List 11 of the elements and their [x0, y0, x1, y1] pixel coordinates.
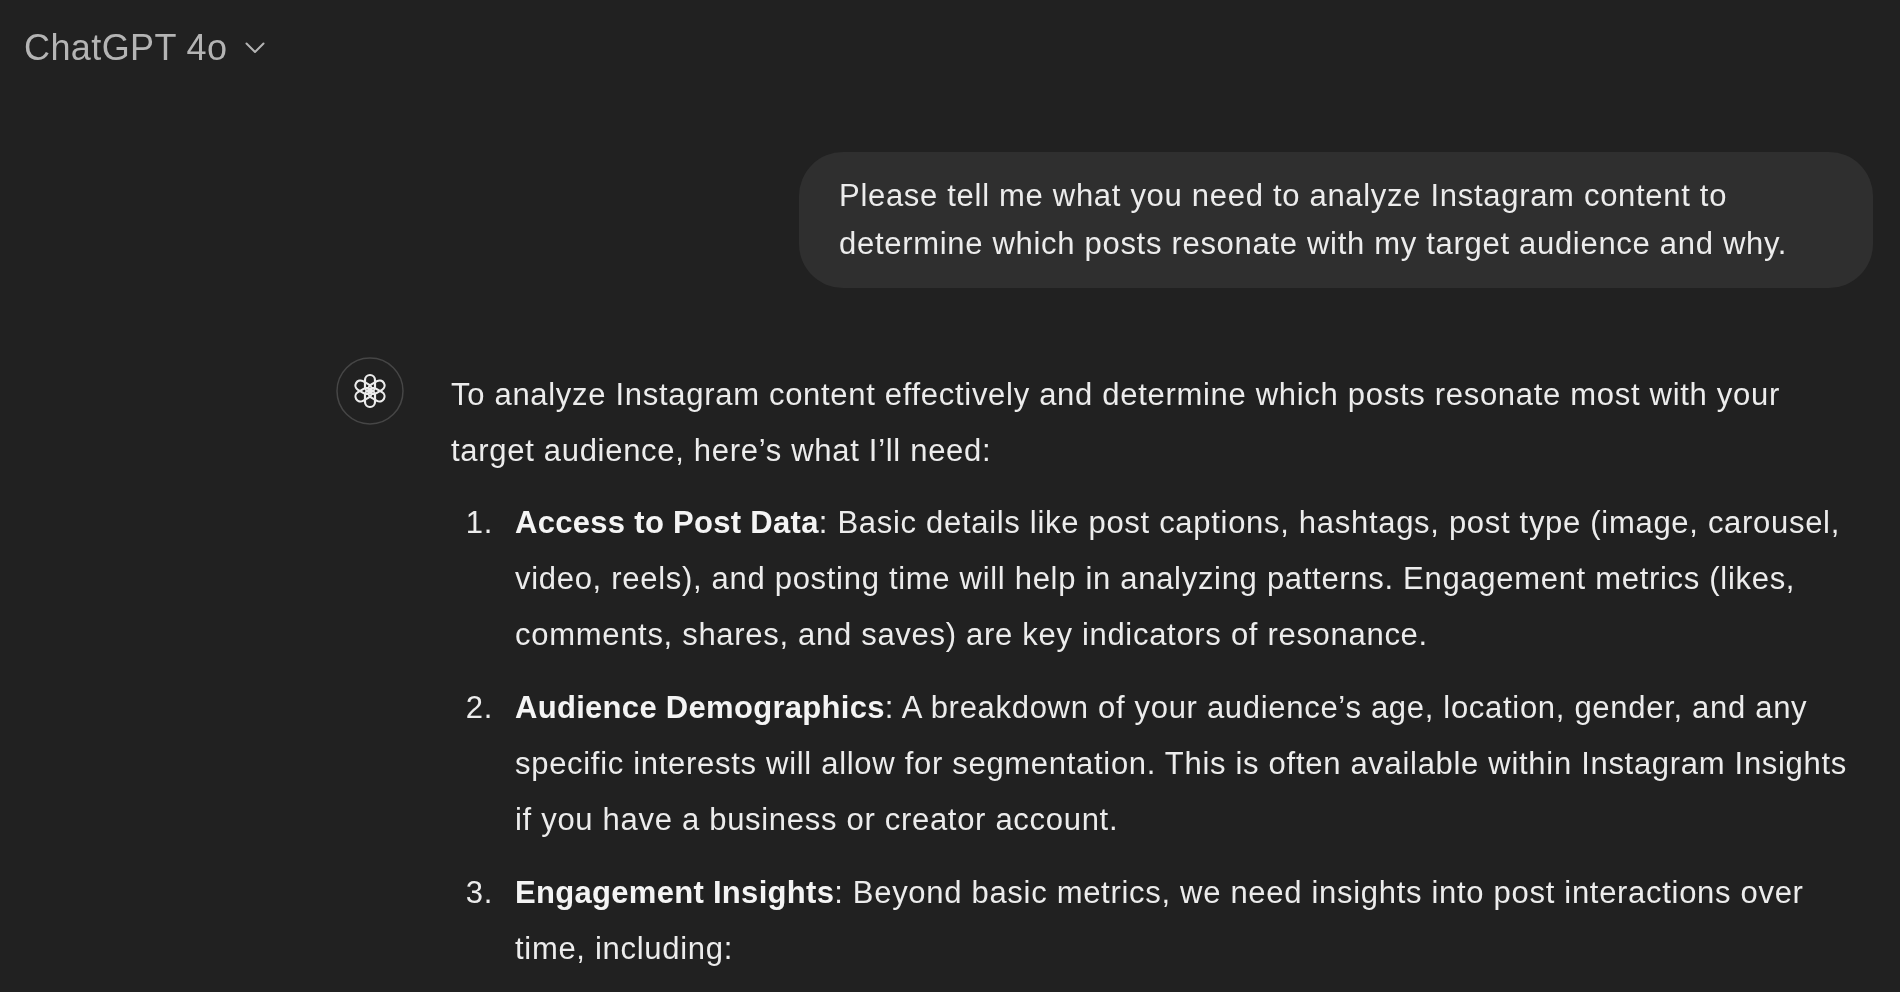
caret-icon [245, 42, 266, 54]
list-item-text: Access to Post Data: Basic details like post captions, hashtags, post type (image, carousel, video, reels), and posting time will help in analyzing patterns. Engagement metrics (likes, comments, shares, and saves) are key indicators of resonance. [515, 504, 1841, 654]
list-item-text: Engagement Insights: Beyond basic metrics, we need insights into post interactions over time, including: [515, 874, 1805, 968]
user-message: Please tell me what you need to analyze Instagram content to determine which posts resonate with my target audience and why. [799, 152, 1873, 288]
response-paragraph: To analyze Instagram content effectively and determine which posts resonate most with your target audience, here’s what I’ll need: [451, 376, 1781, 470]
list-number: 2. [465, 689, 493, 727]
list-item-text: Audience Demographics: A breakdown of your audience’s age, location, gender, and any specific interests will allow for segmentation. This is often available within Instagram Insights if you have a business or creator account. [515, 689, 1848, 839]
list-number: 3. [465, 874, 493, 912]
logo-icon [336, 357, 404, 425]
model-selector-button[interactable]: ChatGPT 4o [16, 21, 274, 75]
list-number: 1. [465, 504, 493, 542]
